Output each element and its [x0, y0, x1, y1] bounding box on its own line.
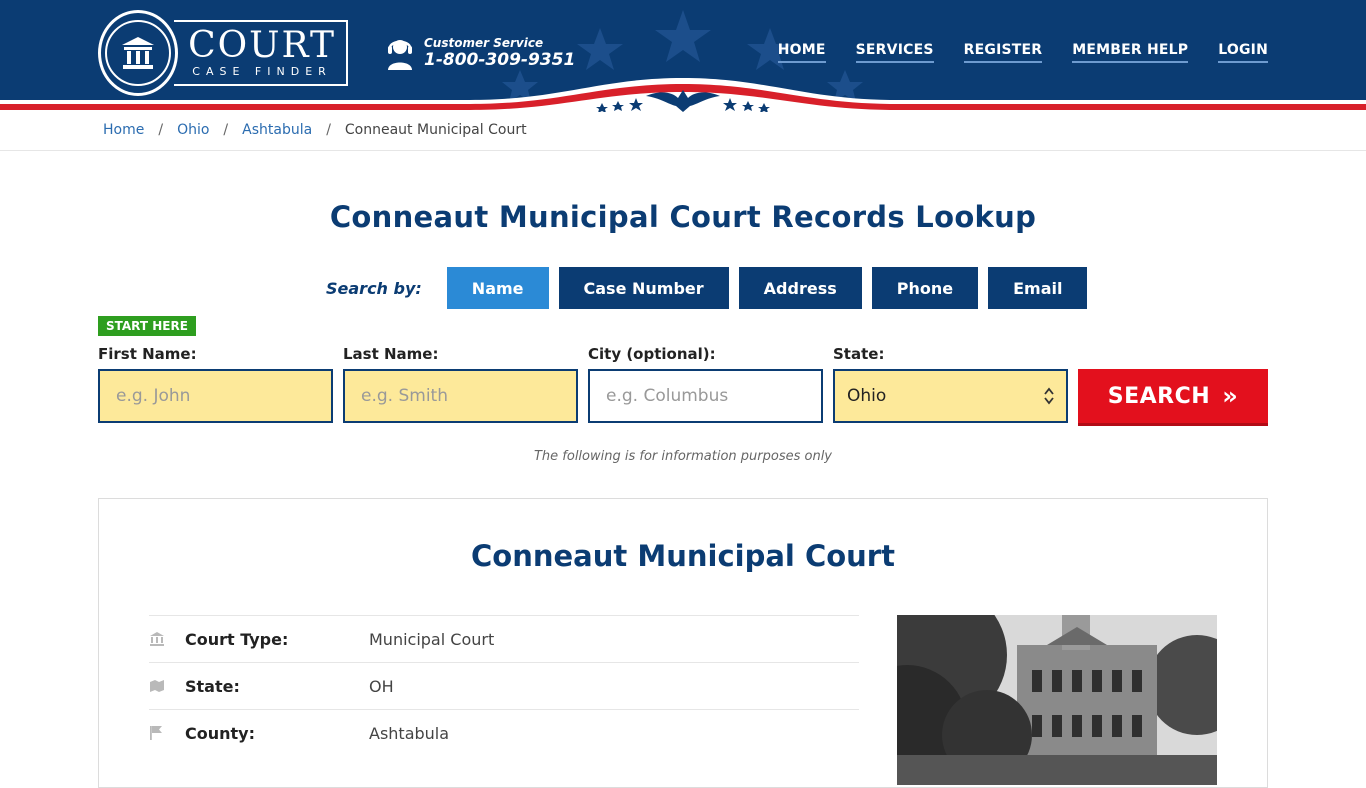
first-name-label: First Name:	[98, 345, 197, 363]
main-nav: HOME SERVICES REGISTER MEMBER HELP LOGIN	[777, 42, 1268, 63]
search-button[interactable]: SEARCH »	[1078, 369, 1268, 423]
nav-services[interactable]: SERVICES	[855, 42, 934, 63]
divider	[0, 150, 1366, 151]
search-by-tabs: Search by: Name Case Number Address Phon…	[326, 267, 1097, 309]
logo-subtitle: CASE FINDER	[192, 65, 332, 78]
flag-icon	[149, 725, 185, 741]
state-select-value: Ohio	[847, 386, 887, 406]
breadcrumb-ashtabula[interactable]: Ashtabula	[242, 122, 312, 138]
breadcrumb-ohio[interactable]: Ohio	[177, 122, 209, 138]
breadcrumb-separator: /	[223, 122, 229, 138]
search-form: First Name: e.g. John Last Name: e.g. Sm…	[98, 344, 1268, 423]
court-title: Conneaut Municipal Court	[471, 539, 895, 573]
courthouse-logo-icon	[122, 37, 155, 69]
city-group: City (optional): e.g. Columbus	[588, 344, 823, 423]
detail-key: County:	[185, 723, 255, 743]
detail-value: Ashtabula	[369, 723, 450, 743]
select-arrows-icon	[1044, 387, 1054, 405]
tab-address[interactable]: Address	[738, 267, 862, 309]
detail-row: Court Type: Municipal Court	[149, 615, 859, 662]
cs-label: Customer Service	[424, 36, 544, 50]
city-label: City (optional):	[588, 345, 716, 363]
court-details: Court Type: Municipal Court State: OH Co…	[149, 615, 859, 756]
first-name-group: First Name: e.g. John	[98, 344, 333, 423]
nav-login[interactable]: LOGIN	[1218, 42, 1268, 63]
detail-row: State: OH	[149, 662, 859, 709]
detail-key: Court Type:	[185, 629, 289, 649]
page-title: Conneaut Municipal Court Records Lookup	[329, 200, 1037, 234]
nav-member-help[interactable]: MEMBER HELP	[1072, 42, 1189, 63]
map-icon	[149, 679, 185, 693]
site-header: COURT CASE FINDER Customer Service 1-800…	[0, 0, 1366, 112]
start-here-badge: START HERE	[98, 316, 196, 336]
tab-name[interactable]: Name	[446, 267, 549, 309]
breadcrumb-current: Conneaut Municipal Court	[344, 122, 527, 138]
court-card: Conneaut Municipal Court Court Type: Mun…	[98, 498, 1268, 788]
state-group: State: Ohio	[833, 344, 1068, 423]
last-name-label: Last Name:	[343, 345, 439, 363]
detail-value: Municipal Court	[369, 629, 495, 649]
breadcrumb: Home / Ohio / Ashtabula / Conneaut Munic…	[103, 122, 527, 138]
tab-email[interactable]: Email	[988, 267, 1088, 309]
detail-key: State:	[185, 676, 240, 696]
detail-row: County: Ashtabula	[149, 709, 859, 756]
search-by-label: Search by:	[326, 278, 422, 298]
nav-register[interactable]: REGISTER	[963, 42, 1043, 63]
customer-service[interactable]: Customer Service 1-800-309-9351	[386, 36, 575, 70]
courthouse-photo	[897, 615, 1217, 785]
tab-case-number[interactable]: Case Number	[558, 267, 729, 309]
state-label: State:	[833, 345, 885, 363]
cs-phone[interactable]: 1-800-309-9351	[424, 50, 575, 70]
city-input[interactable]: e.g. Columbus	[588, 369, 823, 423]
last-name-input[interactable]: e.g. Smith	[343, 369, 578, 423]
logo-word: COURT	[188, 25, 336, 66]
detail-value: OH	[369, 676, 394, 696]
state-select[interactable]: Ohio	[833, 369, 1068, 423]
logo-seal	[98, 10, 179, 96]
search-button-label: SEARCH	[1107, 383, 1211, 409]
double-chevron-right-icon: »	[1222, 382, 1239, 410]
breadcrumb-separator: /	[326, 122, 331, 138]
breadcrumb-separator: /	[158, 122, 164, 138]
headset-icon	[388, 40, 412, 70]
tab-phone[interactable]: Phone	[871, 267, 979, 309]
logo-wordmark: COURT CASE FINDER	[174, 20, 348, 86]
site-logo[interactable]: COURT CASE FINDER	[98, 10, 348, 96]
info-disclaimer: The following is for information purpose…	[533, 449, 833, 464]
breadcrumb-home[interactable]: Home	[103, 122, 144, 138]
courthouse-icon	[149, 631, 185, 647]
nav-home[interactable]: HOME	[777, 42, 826, 63]
last-name-group: Last Name: e.g. Smith	[343, 344, 578, 423]
first-name-input[interactable]: e.g. John	[98, 369, 333, 423]
